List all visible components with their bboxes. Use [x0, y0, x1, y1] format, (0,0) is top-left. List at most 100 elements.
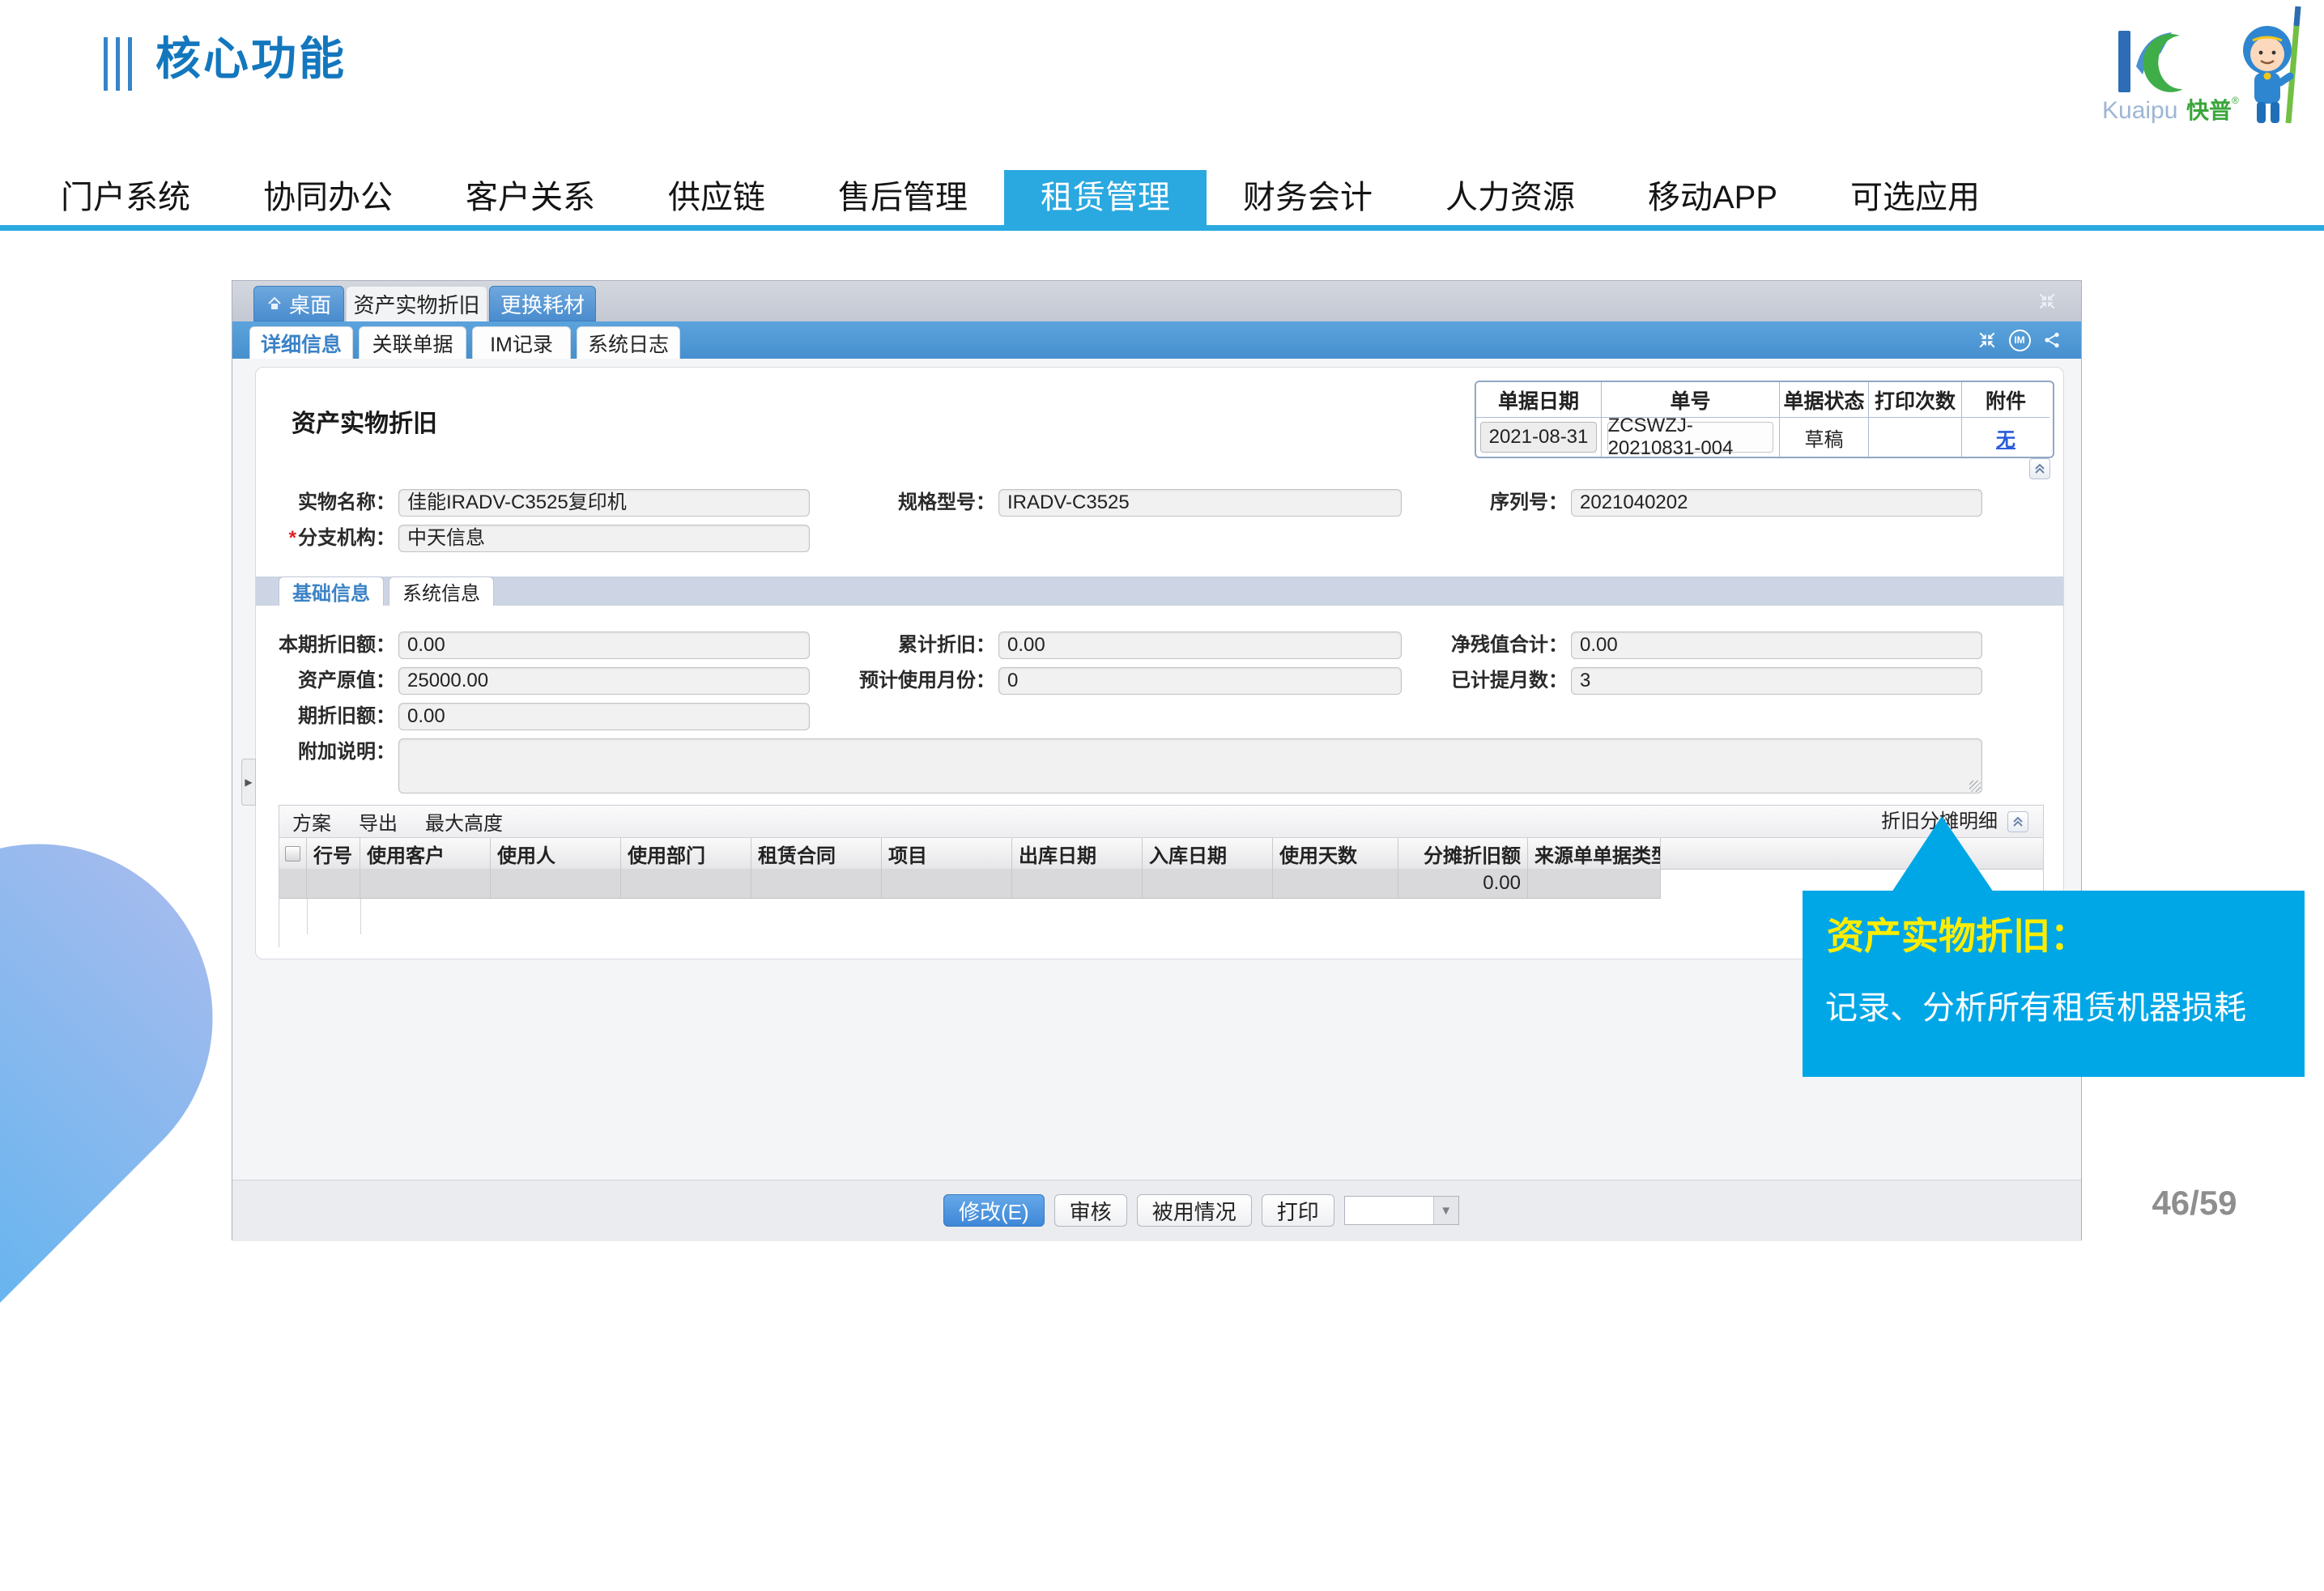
dropdown-arrow-icon: ▼	[1433, 1197, 1458, 1224]
col-customer[interactable]: 使用客户	[360, 838, 491, 869]
accumulated-depreciation-field[interactable]: 0.00	[998, 632, 1402, 659]
doc-col-number: 单号	[1602, 382, 1780, 418]
tab-label: 系统日志	[588, 329, 669, 358]
grid-empty-column-line	[307, 899, 308, 934]
col-row-number[interactable]: 行号	[307, 838, 360, 869]
share-button[interactable]	[2038, 326, 2066, 354]
doc-table-data-row: 2021-08-31 ZCSWZJ-20210831-004 草稿 无	[1476, 418, 2053, 457]
label-branch-text: 分支机构：	[298, 527, 395, 549]
window-tab-desktop[interactable]: 桌面	[253, 286, 344, 321]
nav-item-mobile-app[interactable]: 移动APP	[1611, 170, 1814, 225]
tab-label: 关联单据	[372, 329, 453, 358]
tab-label: 系统信息	[402, 577, 480, 606]
toolbar-max-height-button[interactable]: 最大高度	[425, 807, 503, 836]
mascot-monkey	[2243, 6, 2298, 123]
select-all-cell	[279, 838, 307, 869]
asset-name-field[interactable]: 佳能IRADV-C3525复印机	[398, 489, 810, 517]
callout-pointer	[1892, 816, 1994, 892]
double-chevron-up-icon	[2033, 462, 2046, 475]
doc-status-value: 草稿	[1780, 418, 1869, 457]
nav-item-supply-chain[interactable]: 供应链	[632, 170, 802, 225]
compress-button[interactable]	[1973, 326, 2001, 354]
window-tab-bar: 桌面 资产实物折旧 更换耗材	[232, 281, 2081, 321]
nav-item-leasing-active[interactable]: 租赁管理	[1004, 170, 1207, 225]
asset-original-value-field[interactable]: 25000.00	[398, 667, 810, 695]
logo-text-cn: 快普	[2186, 98, 2232, 123]
label-remark: 附加说明：	[256, 738, 395, 766]
print-button[interactable]: 打印	[1262, 1194, 1334, 1227]
select-all-checkbox[interactable]	[285, 846, 300, 861]
im-icon: IM	[2009, 330, 2031, 351]
label-net-residual-total: 净残值合计：	[1406, 632, 1568, 659]
tab-basic-info[interactable]: 基础信息	[279, 576, 384, 606]
remark-textarea[interactable]	[398, 738, 1982, 793]
nav-item-optional-apps[interactable]: 可选应用	[1814, 170, 2016, 225]
share-icon	[2042, 330, 2062, 350]
logo-reg-mark: ®	[2232, 95, 2239, 106]
nav-item-crm[interactable]: 客户关系	[429, 170, 632, 225]
doc-print-count-value	[1869, 418, 1962, 457]
tab-label: 详细信息	[261, 329, 342, 358]
col-project[interactable]: 项目	[882, 838, 1012, 869]
col-source-doc-type[interactable]: 来源单单据类型	[1528, 838, 1661, 869]
modify-button[interactable]: 修改(E)	[943, 1194, 1045, 1227]
textarea-resize-handle-icon[interactable]	[1969, 781, 1981, 792]
nav-item-hr[interactable]: 人力资源	[1409, 170, 1611, 225]
tab-detail-info[interactable]: 详细信息	[249, 326, 353, 359]
audit-button[interactable]: 审核	[1054, 1194, 1127, 1227]
tab-im-records[interactable]: IM记录	[472, 326, 571, 359]
allocation-grid: 方案 导出 最大高度 折旧分摊明细 行号 使用客户 使用人 使用部门 租赁合同	[279, 805, 2044, 947]
col-usage-days[interactable]: 使用天数	[1273, 838, 1398, 869]
collapse-grid-button[interactable]	[2007, 811, 2028, 832]
home-icon	[266, 296, 283, 312]
doc-date-value[interactable]: 2021-08-31	[1480, 422, 1598, 453]
window-tab-replace-consumables[interactable]: 更换耗材	[489, 286, 596, 321]
col-share-amount[interactable]: 分摊折旧额	[1398, 838, 1528, 869]
tab-system-log[interactable]: 系统日志	[577, 326, 680, 359]
nav-item-portal[interactable]: 门户系统	[24, 170, 227, 225]
tab-system-info[interactable]: 系统信息	[389, 576, 494, 606]
current-depreciation-field[interactable]: 0.00	[398, 632, 810, 659]
col-department[interactable]: 使用部门	[621, 838, 751, 869]
net-residual-total-field[interactable]: 0.00	[1571, 632, 1982, 659]
window-tab-label: 更换耗材	[500, 289, 585, 319]
period-depreciation-field[interactable]: 0.00	[398, 703, 810, 730]
nav-item-finance[interactable]: 财务会计	[1207, 170, 1409, 225]
model-field[interactable]: IRADV-C3525	[998, 489, 1402, 517]
grid-data-row[interactable]: 0.00	[279, 869, 1661, 899]
expected-months-field[interactable]: 0	[998, 667, 1402, 695]
col-lease-contract[interactable]: 租赁合同	[751, 838, 882, 869]
col-user[interactable]: 使用人	[491, 838, 621, 869]
grid-toolbar: 方案 导出 最大高度 折旧分摊明细	[279, 806, 2043, 838]
serial-field[interactable]: 2021040202	[1571, 489, 1982, 517]
doc-col-print-count: 打印次数	[1869, 382, 1962, 418]
nav-item-after-sales[interactable]: 售后管理	[802, 170, 1004, 225]
label-current-depreciation: 本期折旧额：	[256, 632, 395, 659]
toolbar-scheme-button[interactable]: 方案	[292, 807, 331, 836]
col-outbound-date[interactable]: 出库日期	[1012, 838, 1143, 869]
nav-underline	[0, 225, 2324, 231]
tab-related-docs[interactable]: 关联单据	[359, 326, 466, 359]
nav-item-collab[interactable]: 协同办公	[227, 170, 429, 225]
branch-field[interactable]: 中天信息	[398, 525, 810, 552]
kuaipu-logo: Kuaipu 快普 ®	[2096, 3, 2316, 126]
toolbar-export-button[interactable]: 导出	[359, 807, 398, 836]
footer-dropdown[interactable]: ▼	[1344, 1196, 1459, 1225]
panel-collapse-handle[interactable]: ▶	[241, 759, 256, 806]
handle-arrow-icon: ▶	[245, 776, 252, 788]
logo-text-en: Kuaipu	[2102, 97, 2177, 124]
doc-number-value[interactable]: ZCSWZJ-20210831-004	[1607, 422, 1774, 453]
doc-col-date: 单据日期	[1476, 382, 1602, 418]
usage-status-button[interactable]: 被用情况	[1137, 1194, 1252, 1227]
collapse-doc-info-button[interactable]	[2029, 458, 2050, 479]
double-chevron-up-icon	[2011, 815, 2024, 828]
window-tab-label: 桌面	[289, 289, 331, 319]
label-branch: *分支机构：	[256, 525, 395, 552]
accrued-months-field[interactable]: 3	[1571, 667, 1982, 695]
im-chat-button[interactable]: IM	[2006, 326, 2033, 354]
label-serial: 序列号：	[1406, 489, 1568, 517]
collapse-window-button[interactable]	[2033, 287, 2061, 315]
window-tab-asset-depreciation[interactable]: 资产实物折旧	[346, 286, 487, 321]
attachment-link[interactable]: 无	[1996, 423, 2015, 452]
col-inbound-date[interactable]: 入库日期	[1143, 838, 1273, 869]
